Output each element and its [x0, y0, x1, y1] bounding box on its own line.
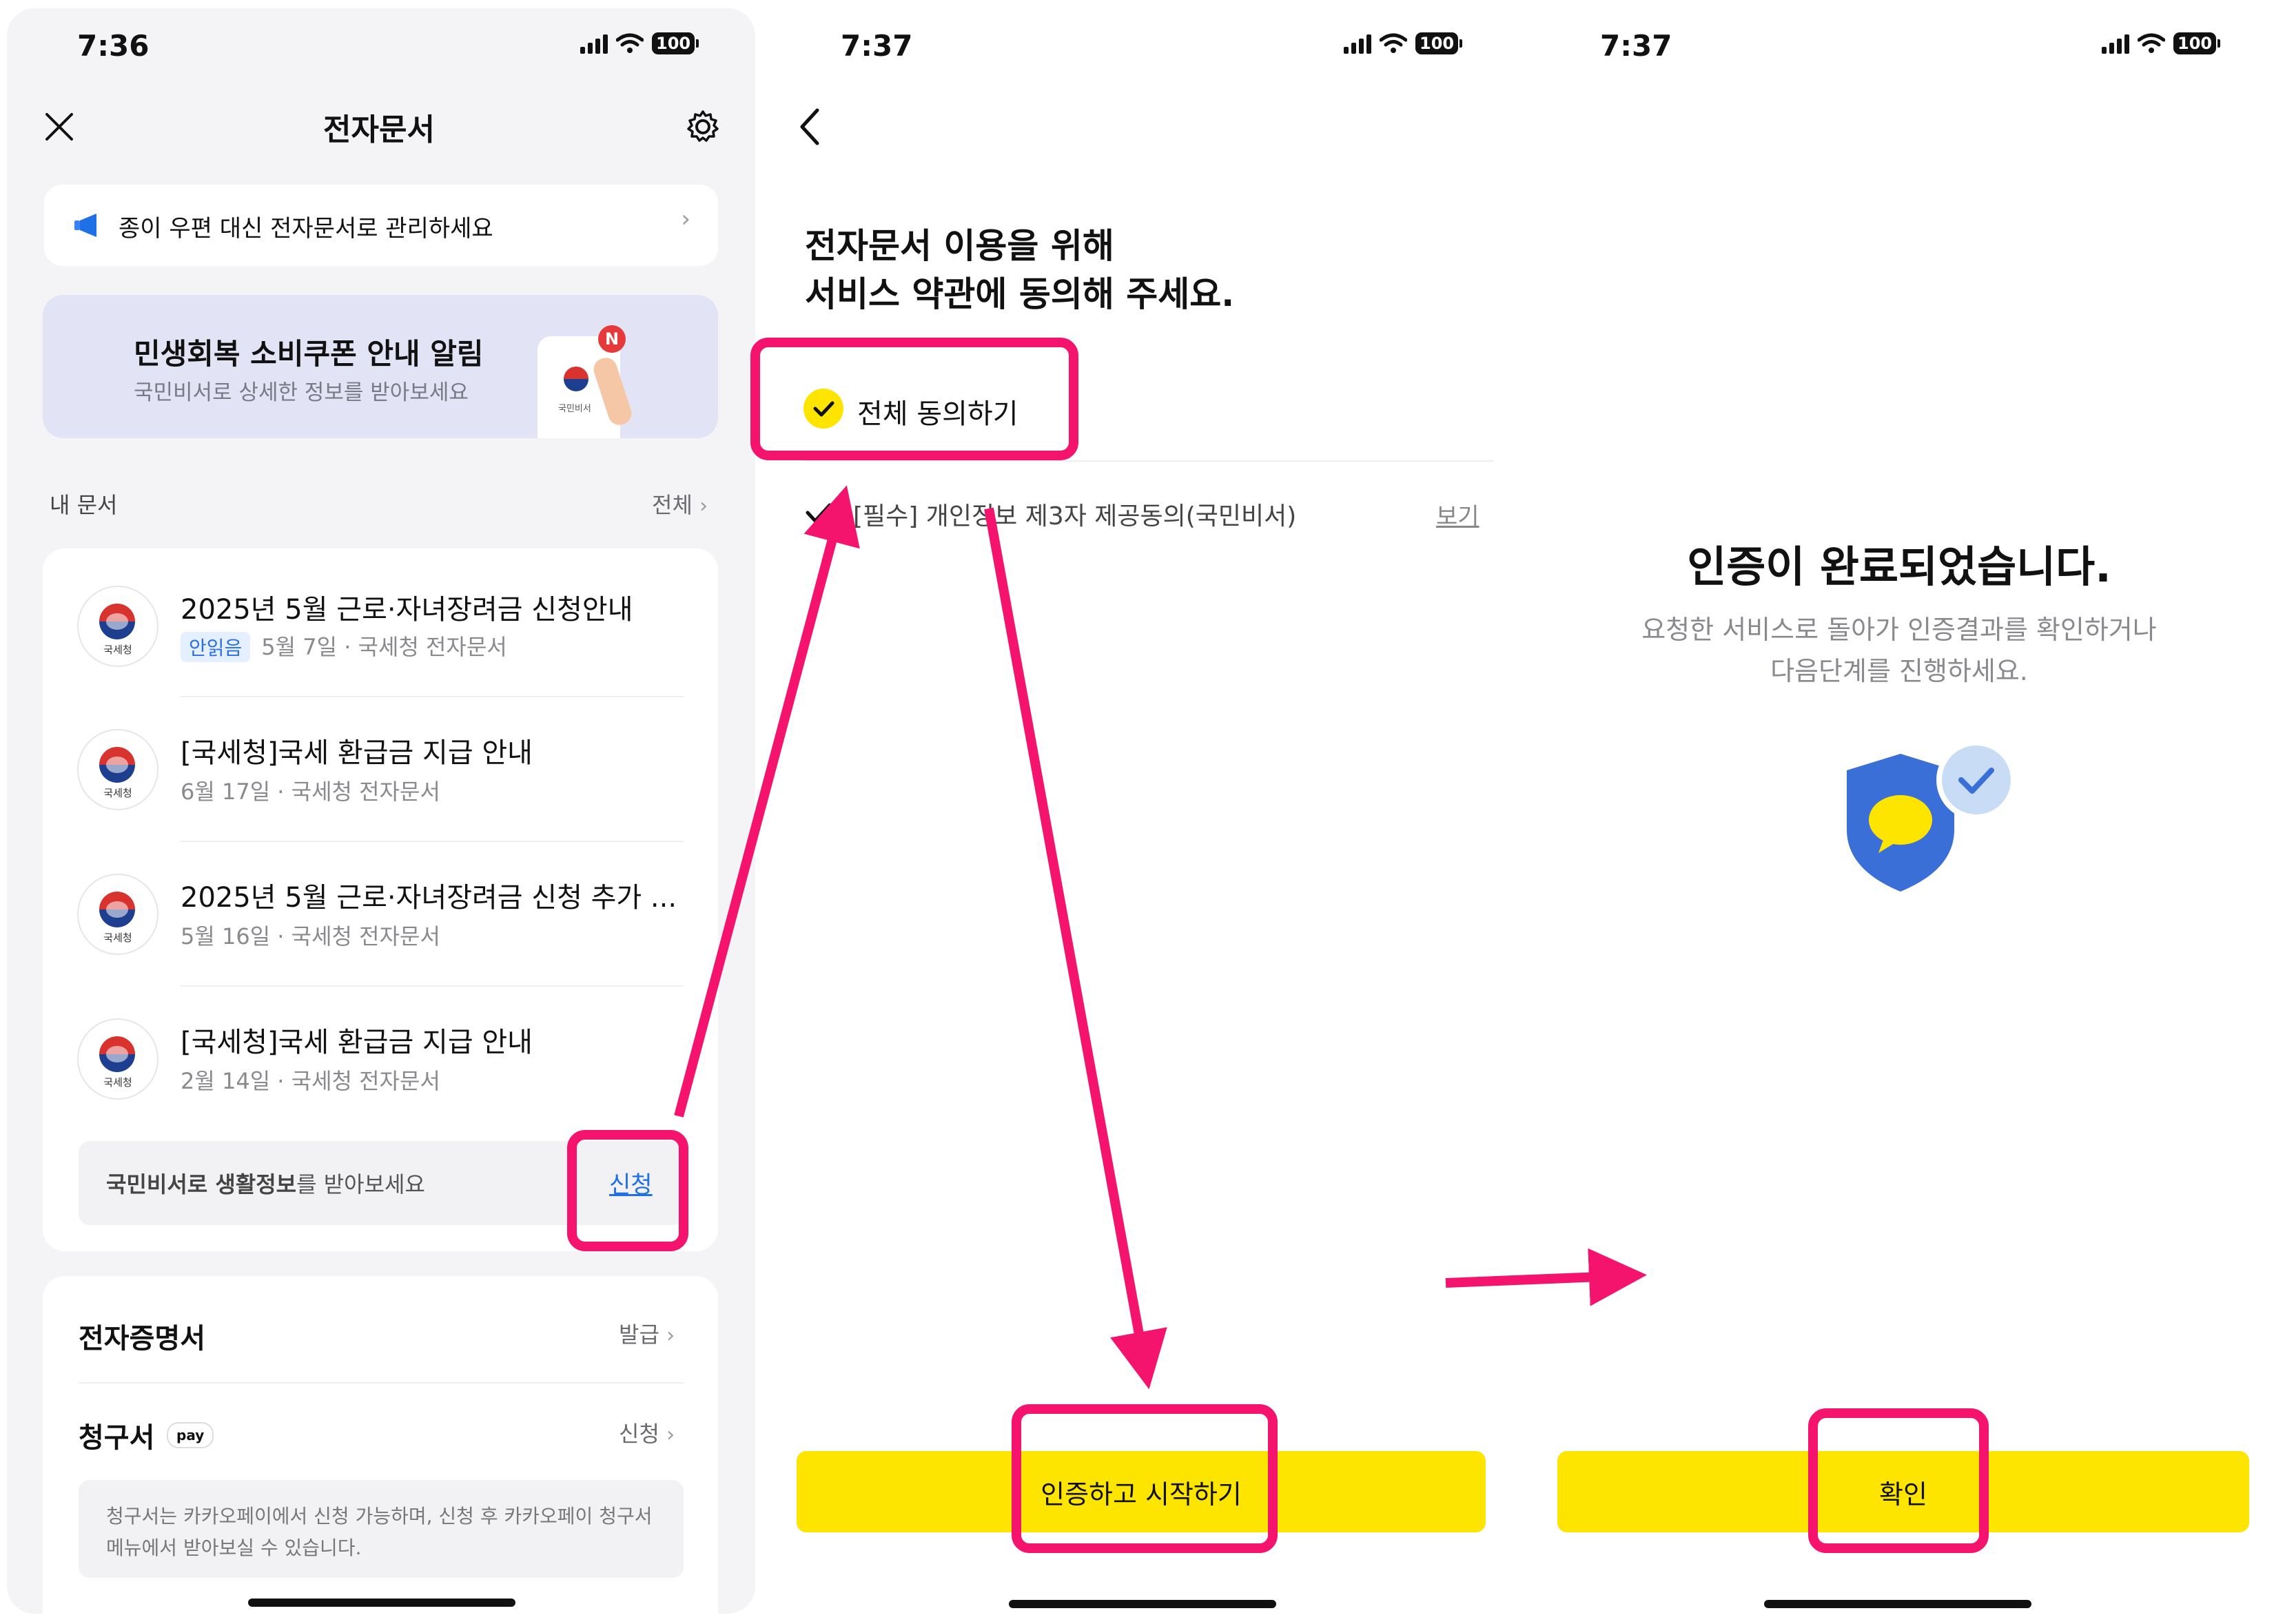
screen-terms-agreement: 7:37 100 전자문서 이용을 위해 서비스 약관에 동의해 주세요. 전체…	[764, 0, 1519, 1624]
signal-icon	[1344, 33, 1371, 54]
desc-line-2: 다음단계를 진행하세요.	[1770, 656, 2028, 686]
pay-badge: pay	[167, 1422, 214, 1448]
new-badge: N	[598, 325, 626, 353]
divider	[805, 460, 1494, 462]
wifi-icon	[1380, 33, 1407, 53]
doc-title: 2025년 5월 근로·자녀장려금 신청 추가 ...	[181, 882, 677, 914]
battery-icon: 100	[1415, 32, 1463, 54]
phone-label: 국민비서	[558, 404, 591, 414]
battery-icon: 100	[652, 32, 699, 54]
wifi-icon	[2138, 33, 2165, 53]
bill-info-box: 청구서는 카카오페이에서 신청 가능하며, 신청 후 카카오페이 청구서 메뉴에…	[79, 1480, 684, 1578]
required-term-label: [필수] 개인정보 제3자 제공동의(국민비서)	[853, 502, 1297, 531]
page-title: 전자문서	[323, 112, 435, 147]
home-indicator	[248, 1599, 515, 1607]
doc-item[interactable]: 국세청 2025년 5월 근로·자녀장려금 신청안내 안읽음 5월 7일 · 국세…	[43, 548, 718, 695]
taeguk-icon	[99, 747, 135, 783]
taeguk-icon	[99, 1036, 135, 1072]
notice-text: 종이 우편 대신 전자문서로 관리하세요	[119, 215, 493, 243]
services-card: 전자증명서 발급 › 청구서 pay 신청 › 청구서는 카카오페이에서 신청 …	[43, 1276, 718, 1614]
bill-apply-link[interactable]: 신청 ›	[619, 1417, 675, 1448]
desc-line-1: 요청한 서비스로 돌아가 인증결과를 확인하거나	[1641, 615, 2157, 645]
heading-line-1: 전자문서 이용을 위해	[805, 226, 1114, 266]
highlight-confirm-button	[1808, 1408, 1989, 1553]
chevron-right-icon: ›	[666, 1423, 675, 1447]
screen-document-list: 7:36 100 전자문서 종이 우편 대신 전자문서로 관리하세요 › 민생회…	[0, 0, 758, 1624]
my-docs-label: 내 문서	[50, 492, 118, 518]
seal-label: 국세청	[103, 932, 132, 944]
seal-label: 국세청	[103, 787, 132, 799]
nts-seal: 국세청	[77, 729, 158, 810]
highlight-apply	[567, 1130, 688, 1251]
status-icons: 100	[580, 32, 699, 55]
doc-item[interactable]: 국세청 2025년 5월 근로·자녀장려금 신청 추가 ... 5월 16일 ·…	[43, 842, 718, 985]
signal-icon	[580, 33, 608, 54]
doc-meta: 5월 7일 · 국세청 전자문서	[261, 634, 507, 660]
status-time: 7:37	[841, 29, 913, 63]
highlight-agree-all	[750, 338, 1078, 460]
bill-desc: 청구서는 카카오페이에서 신청 가능하며, 신청 후 카카오페이 청구서 메뉴에…	[106, 1505, 653, 1559]
taeguk-icon	[564, 367, 588, 391]
complete-title: 인증이 완료되었습니다.	[1687, 542, 2111, 592]
taeguk-icon	[99, 892, 135, 927]
banner-subtitle: 국민비서로 상세한 정보를 받아보세요	[134, 380, 469, 405]
nts-seal: 국세청	[77, 586, 158, 667]
cert-issue-link[interactable]: 발급 ›	[619, 1317, 675, 1349]
unread-badge: 안읽음	[181, 632, 251, 662]
home-indicator	[1764, 1600, 2031, 1608]
cert-label: 전자증명서	[79, 1323, 205, 1355]
banner-title: 민생회복 소비쿠폰 안내 알림	[134, 337, 484, 371]
battery-icon: 100	[2173, 32, 2221, 54]
doc-meta: 6월 17일 · 국세청 전자문서	[181, 779, 440, 805]
back-arrow-icon[interactable]	[798, 107, 823, 146]
promo-rest: 를 받아보세요	[296, 1171, 425, 1198]
gear-icon[interactable]	[685, 109, 721, 145]
doc-meta: 5월 16일 · 국세청 전자문서	[181, 923, 440, 949]
complete-desc: 요청한 서비스로 돌아가 인증결과를 확인하거나 다음단계를 진행하세요.	[1524, 609, 2274, 692]
all-docs-link[interactable]: 전체 ›	[652, 488, 708, 520]
megaphone-icon	[74, 214, 96, 237]
wifi-icon	[616, 33, 644, 53]
chevron-right-icon: ›	[699, 494, 708, 518]
heading-line-2: 서비스 약관에 동의해 주세요.	[805, 274, 1235, 314]
checkmark-icon[interactable]	[805, 502, 832, 525]
bill-action: 신청	[619, 1421, 659, 1447]
screen-auth-complete: 7:37 100 인증이 완료되었습니다. 요청한 서비스로 돌아가 인증결과를…	[1524, 0, 2274, 1624]
chevron-right-icon: ›	[666, 1324, 675, 1348]
status-icons: 100	[1344, 32, 1463, 55]
nts-seal: 국세청	[77, 874, 158, 955]
doc-item[interactable]: 국세청 [국세청]국세 환급금 지급 안내 6월 17일 · 국세청 전자문서	[43, 697, 718, 841]
doc-title: [국세청]국세 환급금 지급 안내	[181, 1027, 533, 1058]
seal-label: 국세청	[103, 1076, 132, 1089]
nts-seal: 국세청	[77, 1018, 158, 1100]
signal-icon	[2102, 33, 2129, 54]
hand-icon	[591, 355, 635, 428]
taeguk-icon	[99, 604, 135, 639]
status-time: 7:37	[1600, 29, 1672, 63]
seal-label: 국세청	[103, 644, 132, 656]
doc-item[interactable]: 국세청 [국세청]국세 환급금 지급 안내 2월 14일 · 국세청 전자문서	[43, 987, 718, 1124]
shield-check-icon	[1847, 740, 2016, 892]
divider	[79, 1382, 684, 1384]
status-icons: 100	[2102, 32, 2221, 55]
doc-title: 2025년 5월 근로·자녀장려금 신청안내	[181, 594, 633, 626]
doc-title: [국세청]국세 환급금 지급 안내	[181, 737, 533, 769]
notice-bar[interactable]: 종이 우편 대신 전자문서로 관리하세요 ›	[44, 185, 718, 266]
cert-action: 발급	[619, 1322, 659, 1348]
bill-label: 청구서	[79, 1422, 155, 1454]
highlight-verify-button	[1012, 1404, 1278, 1553]
status-time: 7:36	[77, 29, 150, 63]
doc-meta: 2월 14일 · 국세청 전자문서	[181, 1068, 440, 1094]
terms-heading: 전자문서 이용을 위해 서비스 약관에 동의해 주세요.	[805, 222, 1234, 318]
all-docs-label: 전체	[652, 492, 693, 518]
promo-bold: 국민비서로 생활정보	[106, 1171, 297, 1198]
chevron-right-icon: ›	[681, 205, 690, 233]
coupon-banner[interactable]: 민생회복 소비쿠폰 안내 알림 국민비서로 상세한 정보를 받아보세요 국민비서…	[43, 295, 718, 438]
view-term-link[interactable]: 보기	[1436, 497, 1479, 531]
pay-badge-text: pay	[176, 1427, 205, 1443]
home-indicator	[1009, 1600, 1276, 1608]
